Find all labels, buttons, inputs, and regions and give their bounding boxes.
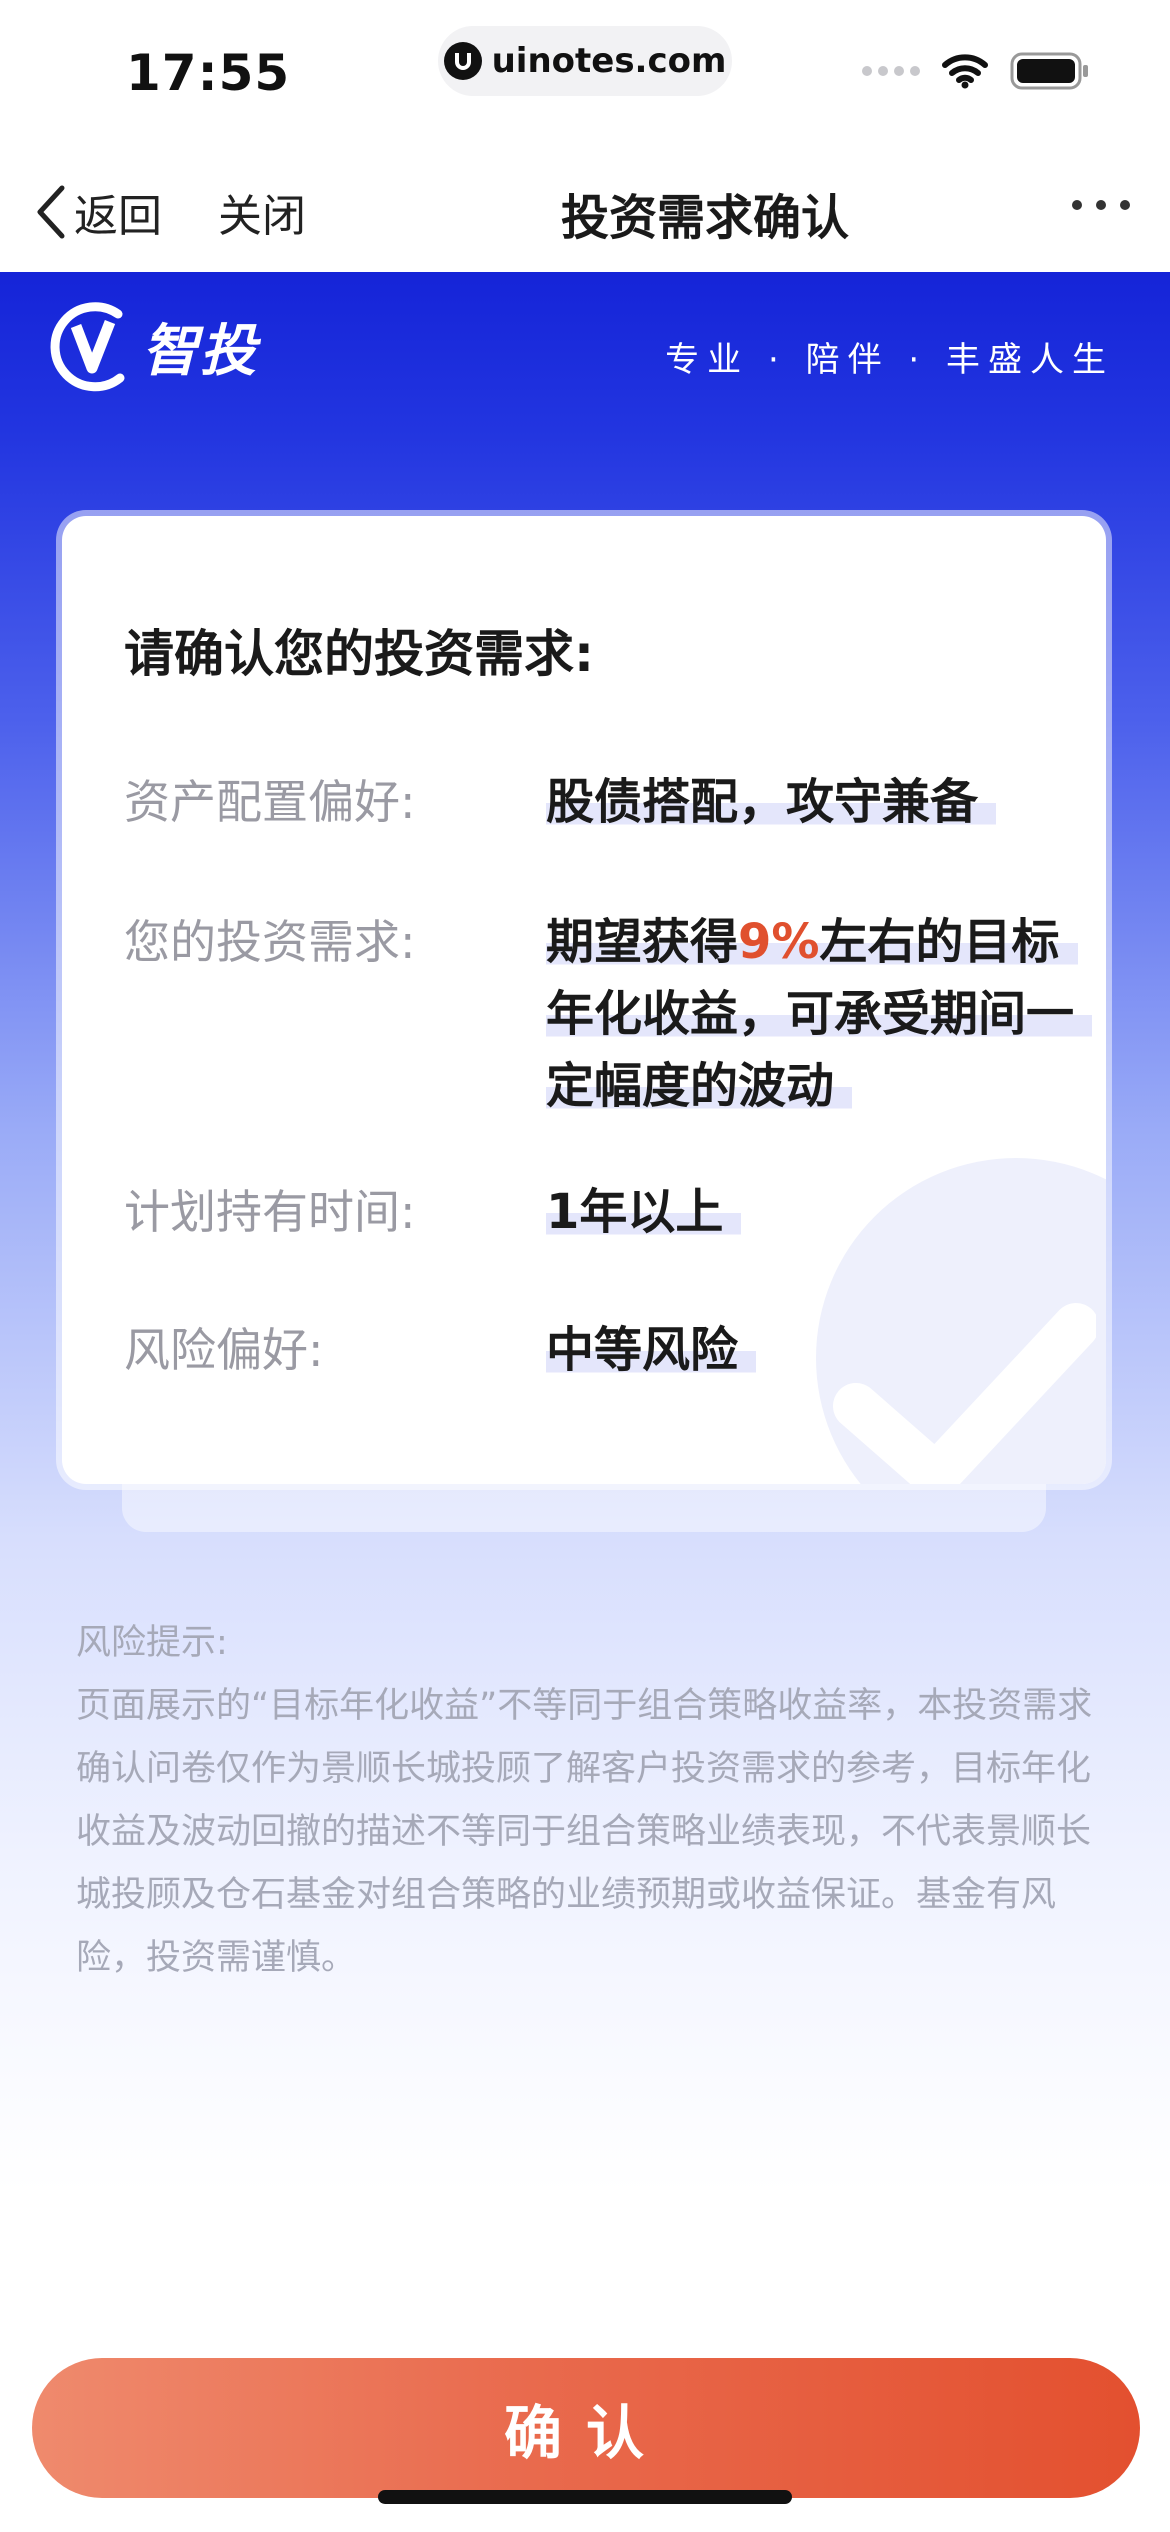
risk-notice-body: 页面展示的“目标年化收益”不等同于组合策略收益率，本投资需求确认问卷仅作为景顺长… <box>76 1686 1093 1978</box>
brand-logo: 智投 <box>48 300 258 392</box>
brand-slogan: 专业 · 陪伴 · 丰盛人生 <box>665 340 1114 380</box>
wifi-icon <box>942 54 988 89</box>
confirm-button[interactable]: 确认 <box>32 2358 1140 2498</box>
row-label: 您的投资需求: <box>124 915 416 969</box>
battery-icon <box>1010 52 1088 90</box>
url-text: uinotes.com <box>491 41 727 81</box>
home-indicator <box>378 2490 792 2504</box>
row-label: 资产配置偏好: <box>124 775 416 829</box>
status-time: 17:55 <box>126 44 291 102</box>
row-value: 1年以上 <box>546 1176 1106 1248</box>
risk-notice: 风险提示: 页面展示的“目标年化收益”不等同于组合策略收益率，本投资需求确认问卷… <box>76 1612 1096 1990</box>
risk-notice-title: 风险提示: <box>76 1623 228 1663</box>
more-options-button[interactable] <box>1072 200 1130 210</box>
nav-bar: 返回 关闭 投资需求确认 <box>0 150 1170 273</box>
row-label: 风险偏好: <box>124 1323 324 1377</box>
status-indicators <box>862 52 1090 90</box>
brand-name: 智投 <box>142 318 258 384</box>
row-label: 计划持有时间: <box>124 1185 416 1239</box>
row-value: 期望获得9%左右的目标年化收益，可承受期间一定幅度的波动 <box>546 906 1106 1122</box>
page-title: 投资需求确认 <box>560 190 849 246</box>
investment-needs-card: 请确认您的投资需求: 资产配置偏好: 股债搭配，攻守兼备 您的投资需求: 期望获… <box>62 516 1106 1484</box>
more-dots-icon <box>1072 200 1082 210</box>
status-bar: 17:55 uinotes.com <box>0 0 1170 150</box>
cellular-signal-icon <box>862 66 920 76</box>
site-logo-icon <box>443 42 482 80</box>
v-logo-icon <box>50 302 125 392</box>
target-return-rate: 9% <box>738 914 820 970</box>
card-heading: 请确认您的投资需求: <box>124 625 594 683</box>
url-bar[interactable]: uinotes.com <box>438 26 732 96</box>
row-value: 中等风险 <box>546 1314 1106 1386</box>
row-value: 股债搭配，攻守兼备 <box>546 766 1106 838</box>
